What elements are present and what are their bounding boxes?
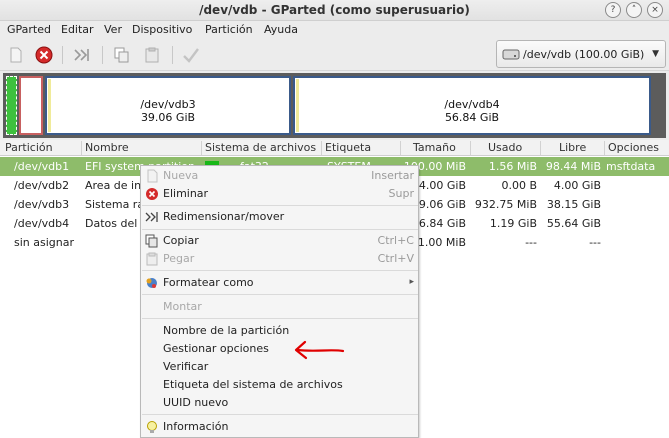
cell-name: Area de in [85,179,142,192]
cell-free: 4.00 GiB [553,179,601,192]
cell-used: 0.00 B [501,179,537,192]
partition-size: 56.84 GiB [444,111,500,124]
column-header[interactable]: Tamaño [413,141,456,154]
menu-item-eliminar[interactable]: Eliminar Supr [142,185,418,203]
cell-partition: /dev/vdb4 [14,217,70,230]
cell-used: 932.75 MiB [474,198,537,211]
menu-item-nueva[interactable]: Nueva Insertar [142,167,418,185]
toolbar-separator [172,46,173,64]
cell-free: 55.64 GiB [546,217,601,230]
graphic-unallocated[interactable] [653,76,663,135]
cell-partition: sin asignar [14,236,75,249]
cell-flags: msftdata [606,160,656,173]
menu-separator [142,229,418,230]
partition-name: /dev/vdb3 [140,98,196,111]
cell-used: 1.19 GiB [489,217,537,230]
menu-item-copiar[interactable]: Copiar Ctrl+C [142,232,418,250]
context-menu: Nueva Insertar Eliminar Supr Redimension… [140,165,419,438]
menu-ayuda[interactable]: Ayuda [264,23,298,36]
menu-item-etiqueta[interactable]: Etiqueta del sistema de archivos [142,376,418,394]
cell-used: 1.56 MiB [488,160,537,173]
toolbar-separator [102,46,103,64]
menu-item-verificar[interactable]: Verificar [142,358,418,376]
device-label: /dev/vdb (100.00 GiB) [523,48,645,61]
apply-icon[interactable] [181,45,201,65]
menubar: GParted Editar Ver Dispositivo Partición… [0,21,669,40]
menu-separator [142,270,418,271]
copy-icon [145,234,159,248]
cell-free: 38.15 GiB [546,198,601,211]
minimize-button[interactable]: ˄ [626,2,642,18]
help-window-button[interactable]: ? [605,2,621,18]
info-icon [145,420,159,434]
menu-item-formatear[interactable]: Formatear como ▸ [142,274,418,292]
menu-dispositivo[interactable]: Dispositivo [132,23,192,36]
column-header[interactable]: Nombre [85,141,129,154]
cell-free: 98.44 MiB [545,160,601,173]
partition-size: 39.06 GiB [140,111,196,124]
graphic-partition-vdb4[interactable]: /dev/vdb4 56.84 GiB [293,76,651,135]
menu-item-nombre-particion[interactable]: Nombre de la partición [142,322,418,340]
device-selector[interactable]: /dev/vdb (100.00 GiB) ▼ [496,40,666,68]
column-header[interactable]: Sistema de archivos [205,141,316,154]
column-header[interactable]: Partición [5,141,53,154]
menu-ver[interactable]: Ver [104,23,122,36]
menu-item-gestionar-opciones[interactable]: Gestionar opciones [142,340,418,358]
cell-name: Sistema ra [85,198,145,211]
cell-partition: /dev/vdb3 [14,198,70,211]
window-title: /dev/vdb - GParted (como superusuario) [199,3,470,17]
menu-separator [142,294,418,295]
format-icon [145,276,159,290]
menu-particion[interactable]: Partición [205,23,253,36]
paste-icon [145,252,159,266]
column-header[interactable]: Opciones [608,141,659,154]
column-header[interactable]: Libre [559,141,586,154]
menu-item-informacion[interactable]: Información [142,418,418,436]
delete-icon [145,187,159,201]
column-header[interactable]: Usado [488,141,522,154]
menu-item-redimensionar[interactable]: Redimensionar/mover [142,208,418,226]
graphic-partition-vdb1[interactable] [6,76,17,135]
cell-partition: /dev/vdb1 [14,160,70,173]
menu-item-uuid[interactable]: UUID nuevo [142,394,418,412]
toolbar-separator [62,46,63,64]
menu-separator [142,205,418,206]
resize-icon [145,210,159,224]
menu-gparted[interactable]: GParted [7,23,51,36]
close-window-button[interactable]: × [647,2,663,18]
menu-separator [142,414,418,415]
cell-partition: /dev/vdb2 [14,179,70,192]
new-icon[interactable] [6,45,26,65]
partition-name: /dev/vdb4 [444,98,500,111]
table-header: Partición Nombre Sistema de archivos Eti… [0,140,669,156]
column-header[interactable]: Etiqueta [325,141,371,154]
menu-item-montar[interactable]: Montar [142,298,418,316]
resize-icon[interactable] [72,45,92,65]
paste-icon[interactable] [142,45,162,65]
new-icon [145,169,159,183]
graphic-partition-vdb3[interactable]: /dev/vdb3 39.06 GiB [45,76,291,135]
submenu-arrow-icon: ▸ [409,277,414,287]
cell-used: --- [525,236,537,249]
cell-name: Datos del [85,217,138,230]
annotation-arrow-icon [294,340,345,360]
partition-graphic: /dev/vdb3 39.06 GiB /dev/vdb4 56.84 GiB [3,73,666,138]
chevron-down-icon: ▼ [652,49,659,59]
delete-icon[interactable] [34,45,54,65]
menu-editar[interactable]: Editar [61,23,94,36]
window-titlebar: /dev/vdb - GParted (como superusuario) ?… [0,0,669,21]
graphic-partition-vdb2[interactable] [19,76,43,135]
cell-free: --- [589,236,601,249]
copy-icon[interactable] [112,45,132,65]
menu-separator [142,318,418,319]
menu-item-pegar[interactable]: Pegar Ctrl+V [142,250,418,268]
harddisk-icon [502,49,520,60]
